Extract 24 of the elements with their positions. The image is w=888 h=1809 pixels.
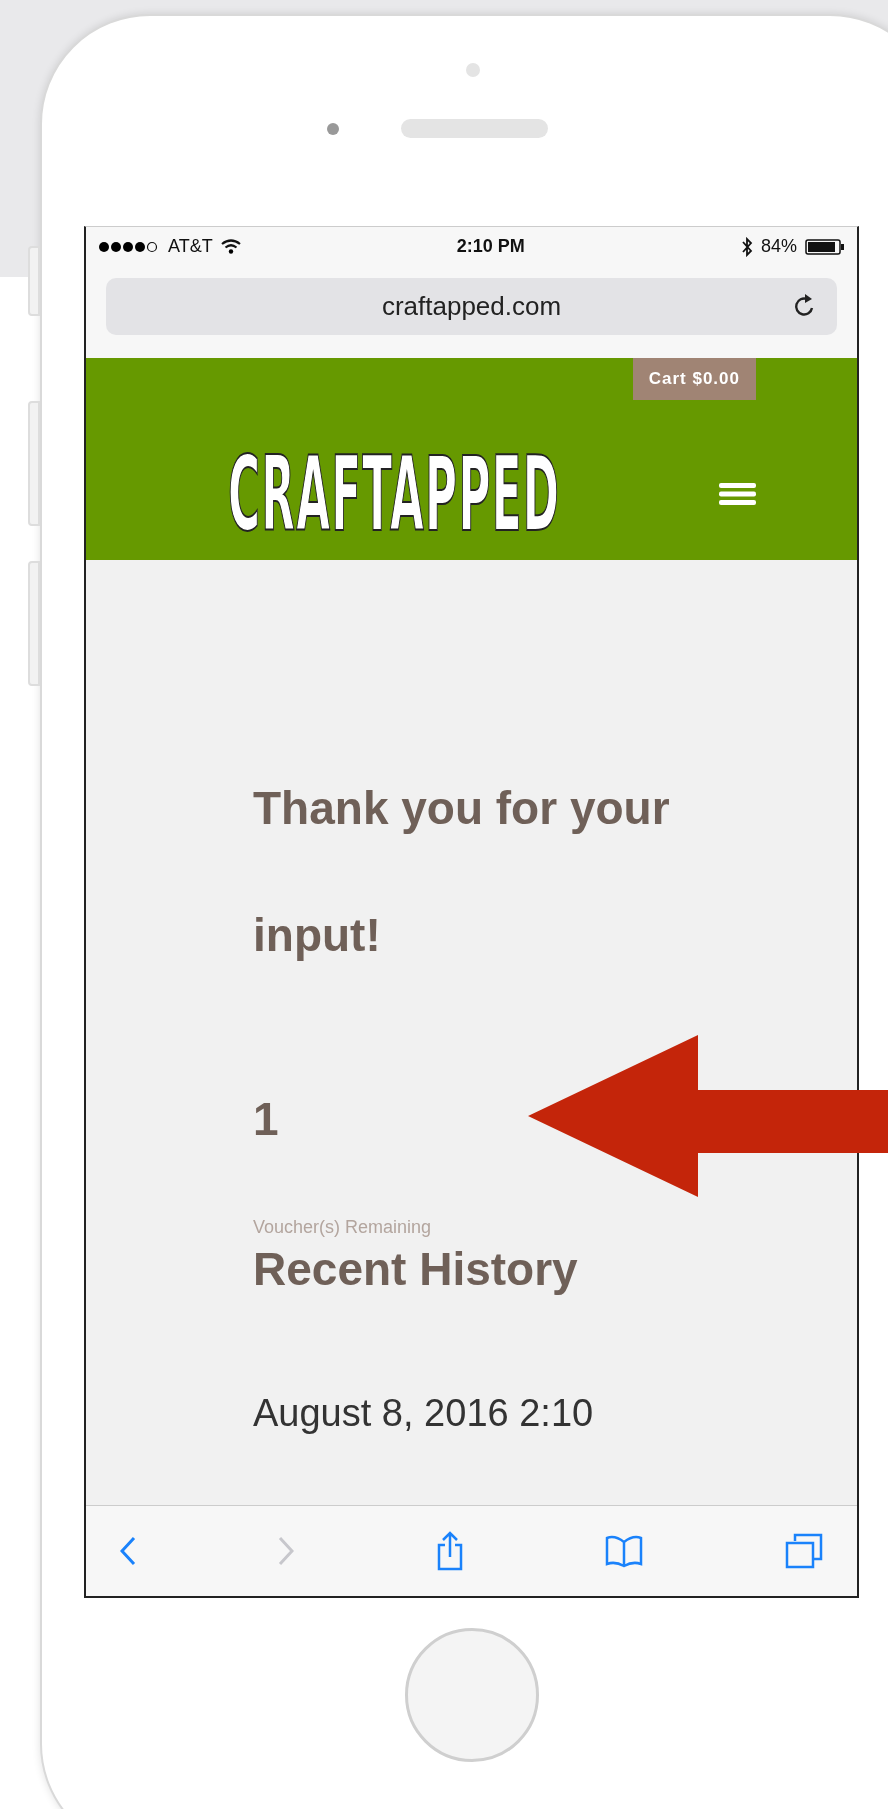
tabs-icon [785, 1533, 823, 1569]
camera-dot [327, 123, 339, 135]
signal-icon [98, 240, 160, 253]
carrier-name: AT&T [168, 235, 213, 258]
share-icon [436, 1531, 463, 1571]
address-field[interactable]: craftapped.com [106, 278, 837, 335]
wifi-icon [220, 239, 241, 254]
bluetooth-icon [741, 236, 753, 257]
menu-icon[interactable] [719, 482, 756, 505]
book-icon [604, 1534, 643, 1568]
battery-icon [805, 238, 845, 255]
voucher-count: 1 [253, 1092, 280, 1147]
history-entry: August 8, 2016 2:10 [253, 1391, 595, 1436]
status-time: 2:10 PM [456, 235, 525, 258]
site-logo[interactable]: CRAFTAPPED [228, 441, 561, 546]
history-heading: Recent History [253, 1242, 579, 1297]
url-text: craftapped.com [381, 290, 562, 323]
battery-percent: 84% [761, 235, 797, 258]
forward-icon [278, 1536, 295, 1566]
thank-you-heading: Thank you for your input! [253, 781, 671, 963]
back-icon [120, 1536, 136, 1566]
sensor-dot [466, 63, 480, 77]
cart-button[interactable]: Cart $0.00 [632, 358, 756, 400]
voucher-label: Voucher(s) Remaining [253, 1216, 433, 1239]
